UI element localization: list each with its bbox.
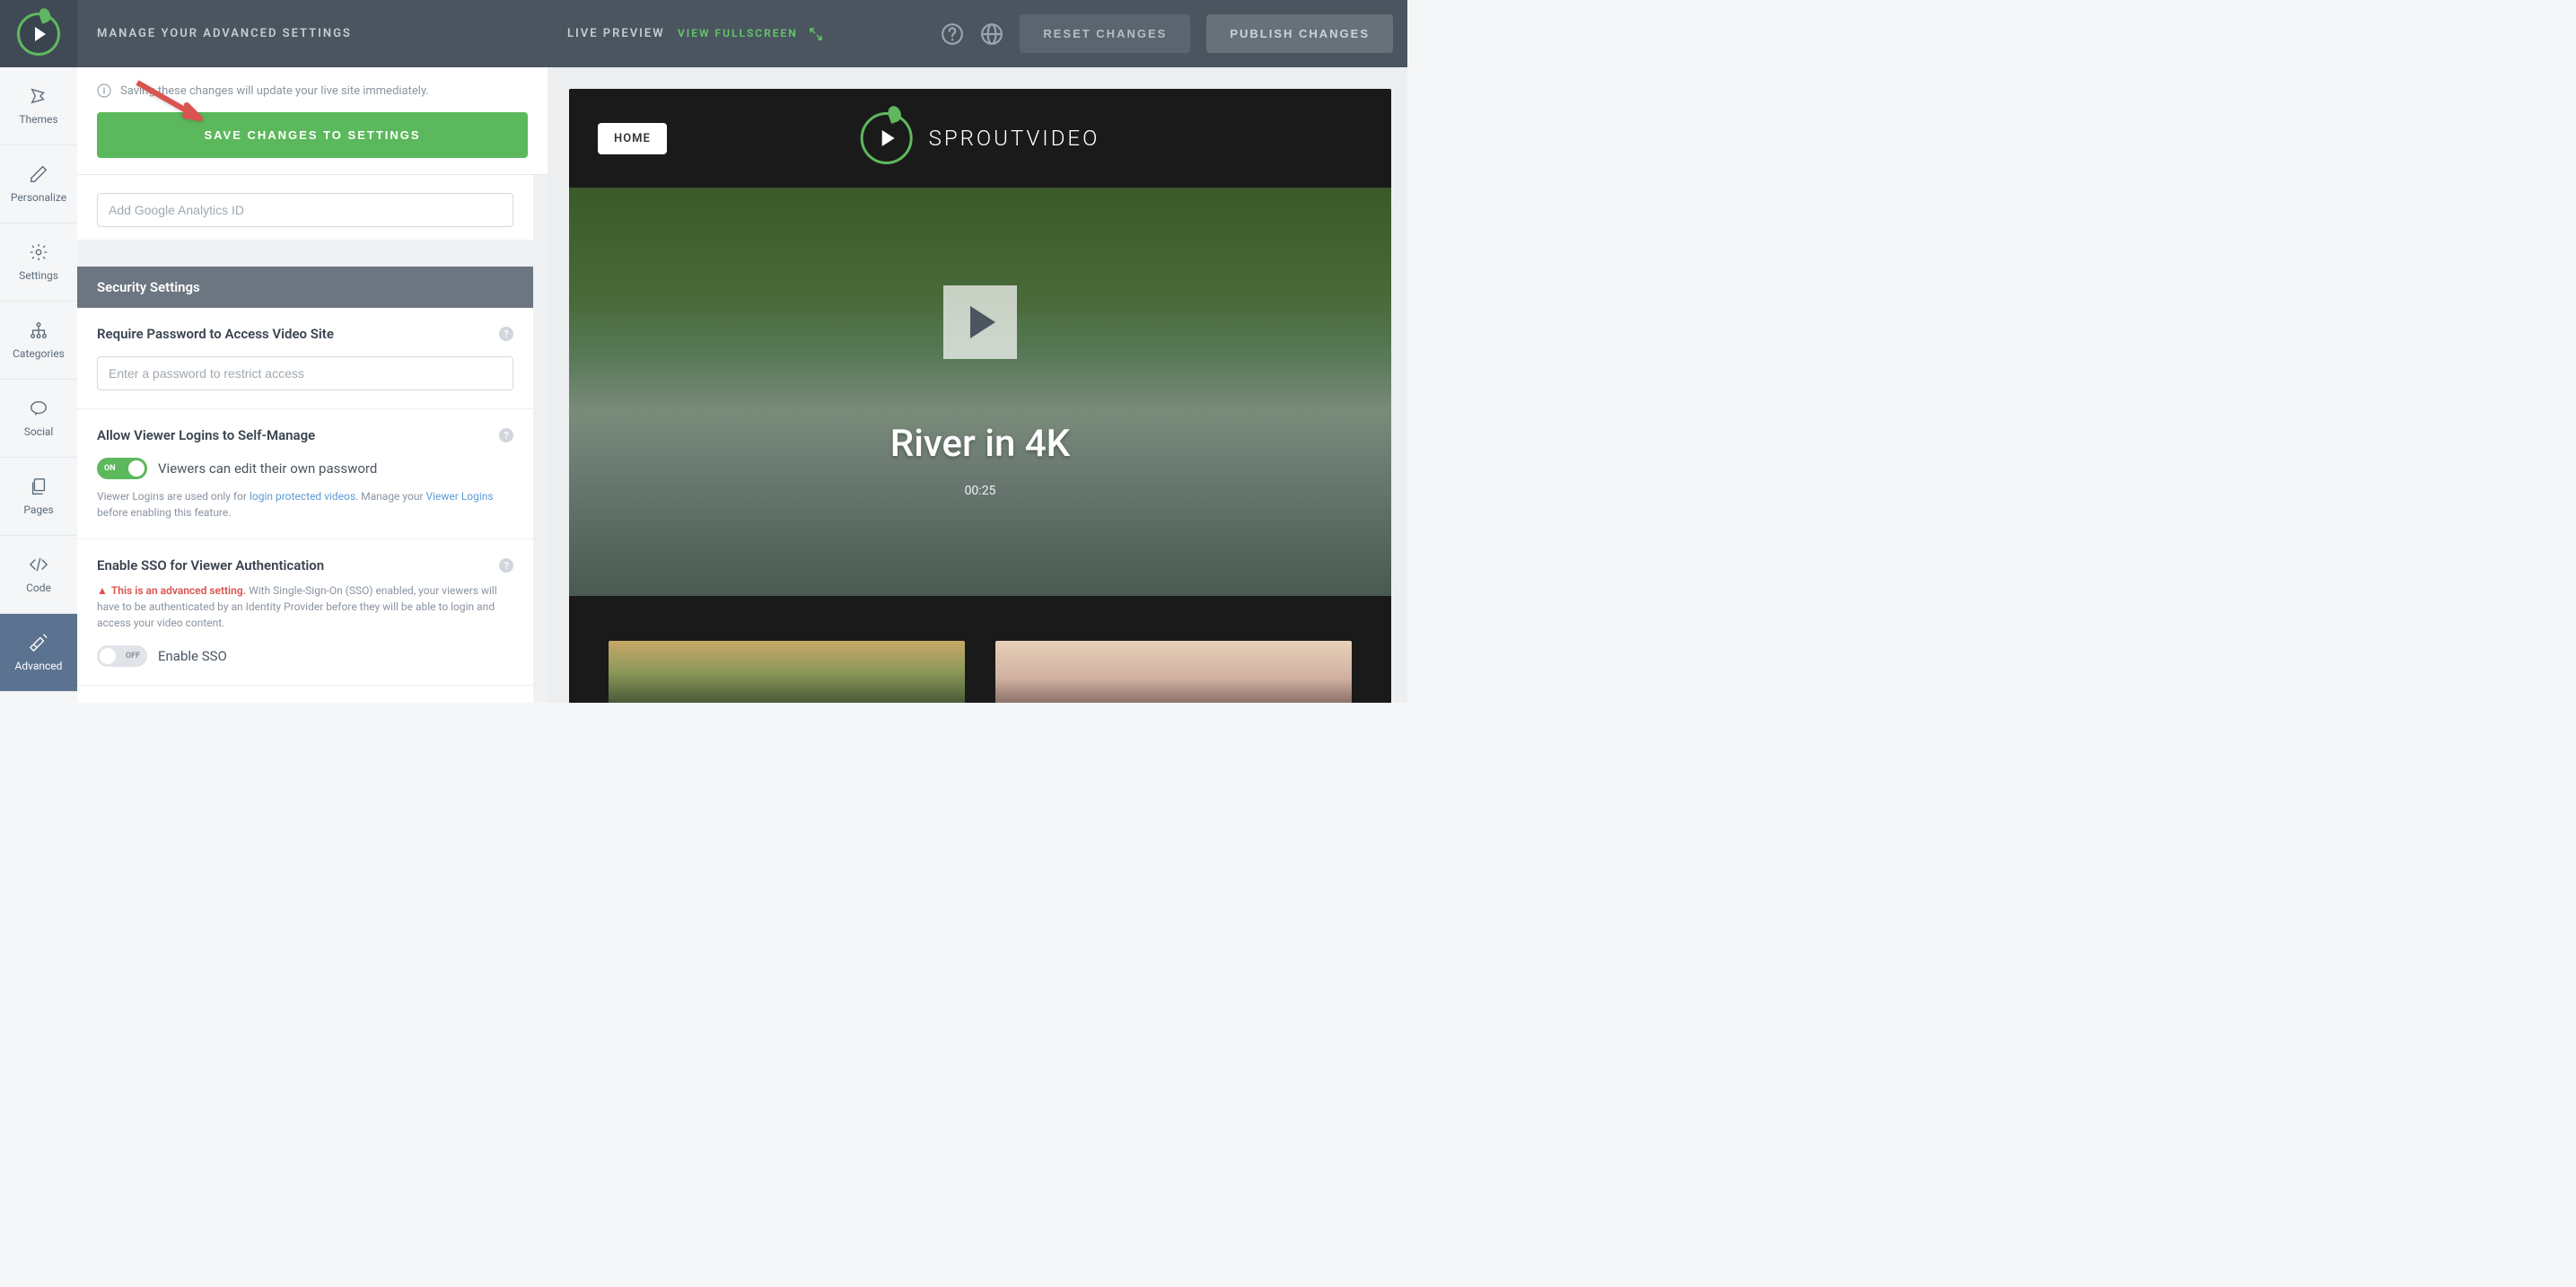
publish-changes-button[interactable]: PUBLISH CHANGES [1206,14,1393,53]
app-logo[interactable] [0,0,77,67]
help-icon[interactable] [941,22,964,46]
sidebar-nav: Themes Personalize Settings Categories S… [0,67,77,703]
sidebar-item-social[interactable]: Social [0,380,77,458]
sidebar-item-pages[interactable]: Pages [0,458,77,536]
hierarchy-icon [29,320,48,340]
google-analytics-input[interactable] [97,193,513,227]
preview-brand-logo: SPROUTVIDEO [861,112,1100,164]
hero-video[interactable]: River in 4K 00:25 [569,188,1391,596]
help-icon[interactable]: ? [499,558,513,573]
help-icon[interactable]: ? [499,428,513,442]
annotation-arrow-advanced [77,598,79,651]
play-button[interactable] [943,285,1017,359]
hero-duration: 00:25 [965,484,996,498]
video-thumbnail[interactable] [995,641,1352,703]
code-icon [29,555,48,574]
self-manage-toggle-label: Viewers can edit their own password [158,460,377,477]
app-header: MANAGE YOUR ADVANCED SETTINGS LIVE PREVI… [0,0,1407,67]
info-icon [97,83,111,98]
self-manage-title: Allow Viewer Logins to Self-Manage [97,427,315,443]
sso-toggle-label: Enable SSO [158,648,227,664]
view-fullscreen-link[interactable]: VIEW FULLSCREEN [678,27,822,40]
chat-icon [29,398,48,418]
site-password-input[interactable] [97,356,513,390]
sso-warning: ▲This is an advanced setting. With Singl… [97,582,513,631]
settings-panel: Saving these changes will update your li… [77,67,548,703]
annotation-arrow-save [133,78,214,131]
sidebar-item-themes[interactable]: Themes [0,67,77,145]
annotation-arrow-toggle [77,436,83,476]
pages-icon [29,477,48,496]
sidebar-item-settings[interactable]: Settings [0,223,77,302]
hero-title: River in 4K [890,422,1070,466]
gear-icon [29,242,48,262]
sidebar-item-code[interactable]: Code [0,536,77,614]
page-title: MANAGE YOUR ADVANCED SETTINGS [77,27,372,40]
sidebar-item-personalize[interactable]: Personalize [0,145,77,223]
self-manage-toggle[interactable]: ON [97,458,147,479]
reset-changes-button[interactable]: RESET CHANGES [1020,14,1190,53]
preview-home-button[interactable]: HOME [598,123,667,154]
globe-icon[interactable] [980,22,1003,46]
security-section-header: Security Settings [77,267,533,308]
tools-icon [29,633,48,652]
self-manage-helper: Viewer Logins are used only for login pr… [97,488,513,521]
sidebar-item-advanced[interactable]: Advanced [0,614,77,692]
themes-icon [29,86,48,106]
help-icon[interactable]: ? [499,327,513,341]
viewer-logins-link[interactable]: Viewer Logins [425,490,493,503]
sso-title: Enable SSO for Viewer Authentication [97,557,324,573]
video-thumbnail[interactable] [609,641,965,703]
require-password-title: Require Password to Access Video Site [97,326,334,342]
live-preview-label: LIVE PREVIEW [567,27,665,40]
live-preview-pane: HOME SPROUTVIDEO River in 4K 00:25 [548,67,1407,703]
sso-toggle[interactable]: OFF [97,645,147,667]
pencil-icon [29,164,48,184]
sidebar-item-categories[interactable]: Categories [0,302,77,380]
warning-icon: ▲ [97,584,108,597]
login-protected-link[interactable]: login protected videos [250,490,355,503]
fullscreen-icon [810,28,822,40]
